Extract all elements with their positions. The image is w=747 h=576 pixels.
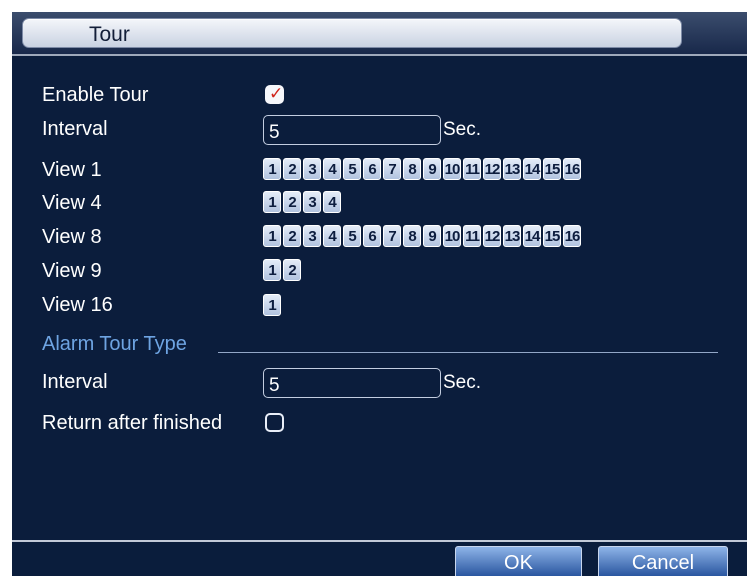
- interval-input[interactable]: 5: [263, 115, 441, 145]
- channel-chip[interactable]: 1: [263, 259, 281, 281]
- channel-chip[interactable]: 10: [443, 225, 461, 247]
- channel-chip[interactable]: 6: [363, 158, 381, 180]
- alarm-interval-input[interactable]: 5: [263, 368, 441, 398]
- channel-chip[interactable]: 8: [403, 225, 421, 247]
- alarm-tour-type-heading: Alarm Tour Type: [42, 333, 187, 355]
- alarm-interval-unit: Sec.: [443, 372, 482, 393]
- channel-chip[interactable]: 2: [283, 225, 301, 247]
- channel-chip[interactable]: 9: [423, 225, 441, 247]
- interval-label: Interval: [42, 118, 108, 140]
- title-bar: Tour: [12, 12, 747, 56]
- channel-chip[interactable]: 4: [323, 225, 341, 247]
- button-bar: OK Cancel: [12, 540, 747, 576]
- channel-chip[interactable]: 3: [303, 225, 321, 247]
- interval-value: 5: [269, 122, 280, 143]
- channel-chip[interactable]: 13: [503, 225, 521, 247]
- interval-unit: Sec.: [443, 119, 482, 140]
- channel-chip[interactable]: 5: [343, 158, 361, 180]
- channel-chip[interactable]: 10: [443, 158, 461, 180]
- channel-chip[interactable]: 3: [303, 158, 321, 180]
- view-4-channels: 1234: [263, 191, 341, 213]
- channel-chip[interactable]: 2: [283, 191, 301, 213]
- channel-chip[interactable]: 14: [523, 158, 541, 180]
- channel-chip[interactable]: 13: [503, 158, 521, 180]
- view-1-label: View 1: [42, 159, 102, 181]
- channel-chip[interactable]: 1: [263, 191, 281, 213]
- channel-chip[interactable]: 3: [303, 191, 321, 213]
- alarm-interval-label: Interval: [42, 371, 108, 393]
- channel-chip[interactable]: 6: [363, 225, 381, 247]
- enable-tour-label: Enable Tour: [42, 84, 149, 106]
- channel-chip[interactable]: 12: [483, 158, 501, 180]
- view-16-label: View 16: [42, 294, 113, 316]
- section-divider: [218, 352, 718, 353]
- view-4-label: View 4: [42, 192, 102, 214]
- return-after-finished-checkbox[interactable]: [265, 413, 284, 432]
- channel-chip[interactable]: 11: [463, 225, 481, 247]
- channel-chip[interactable]: 4: [323, 191, 341, 213]
- view-8-channels: 1 2 3 4 5 6 7 8 9 10 11 12 13 14 15 16: [263, 225, 581, 247]
- checkmark-icon: ✓: [269, 84, 284, 103]
- view-8-label: View 8: [42, 226, 102, 248]
- view-1-channels: 1 2 3 4 5 6 7 8 9 10 11 12 13 14 15 16: [263, 158, 581, 180]
- ok-button[interactable]: OK: [455, 546, 582, 576]
- channel-chip[interactable]: 15: [543, 225, 561, 247]
- channel-chip[interactable]: 1: [263, 158, 281, 180]
- channel-chip[interactable]: 9: [423, 158, 441, 180]
- channel-chip[interactable]: 15: [543, 158, 561, 180]
- return-after-finished-label: Return after finished: [42, 412, 223, 434]
- alarm-interval-value: 5: [269, 375, 280, 396]
- channel-chip[interactable]: 7: [383, 225, 401, 247]
- channel-chip[interactable]: 16: [563, 158, 581, 180]
- channel-chip[interactable]: 1: [263, 225, 281, 247]
- view-16-channels: 1: [263, 294, 281, 316]
- enable-tour-checkbox[interactable]: ✓: [265, 84, 284, 104]
- channel-chip[interactable]: 14: [523, 225, 541, 247]
- channel-chip[interactable]: 4: [323, 158, 341, 180]
- channel-chip[interactable]: 1: [263, 294, 281, 316]
- channel-chip[interactable]: 7: [383, 158, 401, 180]
- title-tab: Tour: [22, 18, 682, 48]
- channel-chip[interactable]: 16: [563, 225, 581, 247]
- cancel-button[interactable]: Cancel: [598, 546, 728, 576]
- channel-chip[interactable]: 5: [343, 225, 361, 247]
- channel-chip[interactable]: 2: [283, 259, 301, 281]
- channel-chip[interactable]: 2: [283, 158, 301, 180]
- view-9-channels: 12: [263, 259, 301, 281]
- channel-chip[interactable]: 8: [403, 158, 421, 180]
- view-9-label: View 9: [42, 260, 102, 282]
- channel-chip[interactable]: 12: [483, 225, 501, 247]
- dialog-title: Tour: [89, 23, 130, 46]
- channel-chip[interactable]: 11: [463, 158, 481, 180]
- tour-dialog: Tour Enable Tour ✓ Interval 5 Sec. View …: [12, 12, 747, 576]
